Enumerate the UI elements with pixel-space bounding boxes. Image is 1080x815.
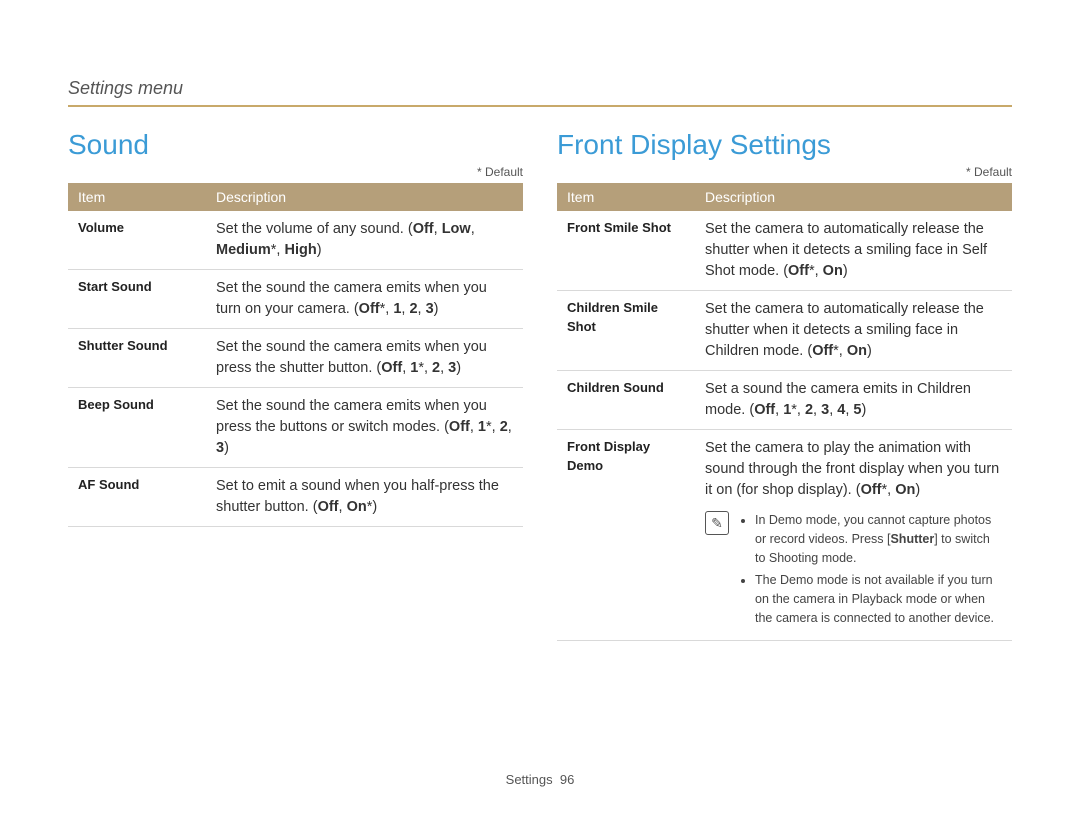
table-row: Volume Set the volume of any sound. (Off… — [68, 211, 523, 270]
row-item: Beep Sound — [68, 388, 206, 468]
page: Settings menu Sound * Default Item Descr… — [0, 0, 1080, 815]
row-item: Children Sound — [557, 371, 695, 430]
row-item: Children Smile Shot — [557, 291, 695, 371]
footer-label: Settings — [506, 772, 553, 787]
table-header-item: Item — [557, 183, 695, 211]
breadcrumb: Settings menu — [68, 78, 1012, 107]
note-item: In Demo mode, you cannot capture photos … — [755, 511, 1002, 567]
note-item: The Demo mode is not available if you tu… — [755, 571, 1002, 627]
footer-page: 96 — [560, 772, 574, 787]
note-box: ✎ In Demo mode, you cannot capture photo… — [705, 511, 1002, 632]
row-desc: Set the volume of any sound. (Off, Low, … — [206, 211, 523, 270]
table-row: Front Smile Shot Set the camera to autom… — [557, 211, 1012, 291]
row-item: Front Display Demo — [557, 430, 695, 641]
left-column: Sound * Default Item Description Volume … — [68, 129, 523, 641]
default-note-right: * Default — [557, 165, 1012, 179]
table-row: Front Display Demo Set the camera to pla… — [557, 430, 1012, 641]
note-list: In Demo mode, you cannot capture photos … — [739, 511, 1002, 632]
page-footer: Settings 96 — [0, 772, 1080, 787]
columns: Sound * Default Item Description Volume … — [68, 129, 1012, 641]
row-desc: Set the sound the camera emits when you … — [206, 329, 523, 388]
table-row: Children Sound Set a sound the camera em… — [557, 371, 1012, 430]
right-column: Front Display Settings * Default Item De… — [557, 129, 1012, 641]
table-row: Children Smile Shot Set the camera to au… — [557, 291, 1012, 371]
row-item: Front Smile Shot — [557, 211, 695, 291]
table-row: Beep Sound Set the sound the camera emit… — [68, 388, 523, 468]
row-desc: Set to emit a sound when you half-press … — [206, 468, 523, 527]
row-desc: Set a sound the camera emits in Children… — [695, 371, 1012, 430]
row-desc: Set the camera to play the animation wit… — [695, 430, 1012, 641]
section-title-front-display: Front Display Settings — [557, 129, 1012, 161]
table-header-description: Description — [695, 183, 1012, 211]
default-note-left: * Default — [68, 165, 523, 179]
row-desc: Set the camera to automatically release … — [695, 291, 1012, 371]
row-desc: Set the sound the camera emits when you … — [206, 388, 523, 468]
note-icon: ✎ — [705, 511, 729, 535]
row-desc: Set the camera to automatically release … — [695, 211, 1012, 291]
front-display-table: Item Description Front Smile Shot Set th… — [557, 183, 1012, 641]
table-row: AF Sound Set to emit a sound when you ha… — [68, 468, 523, 527]
table-row: Shutter Sound Set the sound the camera e… — [68, 329, 523, 388]
row-item: AF Sound — [68, 468, 206, 527]
sound-table: Item Description Volume Set the volume o… — [68, 183, 523, 527]
row-item: Volume — [68, 211, 206, 270]
row-item: Shutter Sound — [68, 329, 206, 388]
row-item: Start Sound — [68, 270, 206, 329]
table-row: Start Sound Set the sound the camera emi… — [68, 270, 523, 329]
table-header-description: Description — [206, 183, 523, 211]
row-desc: Set the sound the camera emits when you … — [206, 270, 523, 329]
table-header-item: Item — [68, 183, 206, 211]
section-title-sound: Sound — [68, 129, 523, 161]
